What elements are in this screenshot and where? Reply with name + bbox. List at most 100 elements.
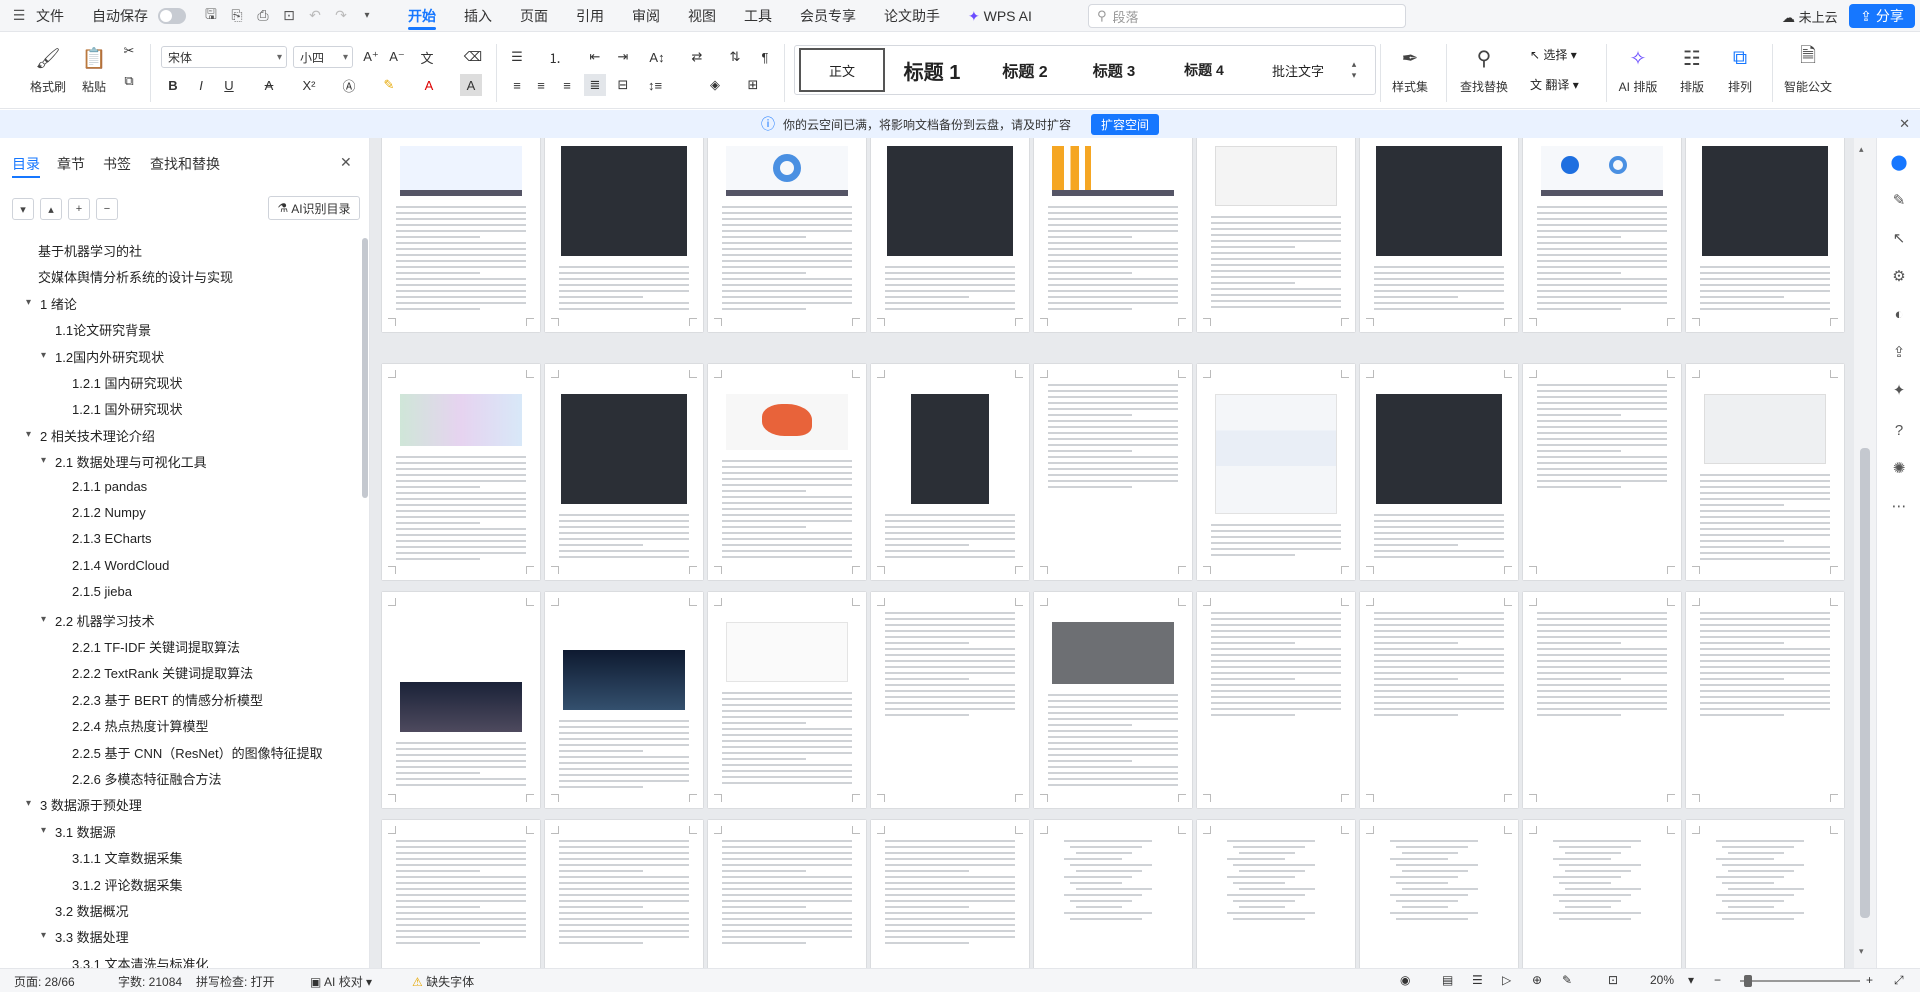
share-icon[interactable]: ⇪ bbox=[1887, 340, 1911, 364]
layout-button[interactable]: ☷ 排版 bbox=[1668, 44, 1716, 104]
zoom-dropdown-icon[interactable]: ▾ bbox=[1688, 973, 1694, 987]
tab-review[interactable]: 审阅 bbox=[618, 0, 674, 32]
outline-view-icon[interactable]: ☰ bbox=[1472, 973, 1483, 987]
redo-icon[interactable]: ↷ bbox=[328, 4, 354, 28]
toc-item[interactable]: 2.1.3 ECharts bbox=[72, 531, 152, 546]
page-thumbnail[interactable] bbox=[1034, 138, 1192, 332]
ai-layout-button[interactable]: ✧ AI 排版 bbox=[1614, 44, 1662, 104]
pen-view-icon[interactable]: ✎ bbox=[1562, 973, 1572, 987]
page-thumbnail[interactable] bbox=[1360, 364, 1518, 580]
preview-icon[interactable]: ⊡ bbox=[276, 4, 302, 28]
font-name-select[interactable]: 宋体 bbox=[161, 46, 287, 68]
page-thumbnail[interactable] bbox=[1686, 364, 1844, 580]
share-button[interactable]: ⇪ 分享 bbox=[1849, 4, 1915, 28]
tab-bookmarks[interactable]: 书签 bbox=[103, 154, 131, 174]
zoom-level[interactable]: 20% bbox=[1650, 973, 1674, 987]
page-thumbnail[interactable] bbox=[545, 138, 703, 332]
sort-swap-icon[interactable]: ⇄ bbox=[686, 46, 708, 68]
align-left-icon[interactable]: ≡ bbox=[506, 74, 528, 96]
expand-space-button[interactable]: 扩容空间 bbox=[1091, 113, 1160, 135]
page-thumbnail[interactable] bbox=[1686, 592, 1844, 808]
page-thumbnail[interactable] bbox=[1197, 592, 1355, 808]
tab-toc[interactable]: 目录 bbox=[12, 154, 40, 178]
format-painter-button[interactable]: 🖌 格式刷 bbox=[24, 44, 72, 104]
toc-item[interactable]: 1.2国内外研究现状 bbox=[55, 347, 164, 366]
zoom-in-icon[interactable]: + bbox=[1866, 973, 1873, 987]
sort-icon[interactable]: ⇅ bbox=[724, 46, 746, 68]
tab-home[interactable]: 开始 bbox=[394, 0, 450, 32]
style-comment-text[interactable]: 批注文字 bbox=[1251, 48, 1345, 92]
shapes-icon[interactable]: ◐ bbox=[1887, 302, 1911, 326]
align-center-icon[interactable]: ≡ bbox=[530, 74, 552, 96]
grow-font-icon[interactable]: A⁺ bbox=[360, 46, 382, 68]
shrink-font-icon[interactable]: A⁻ bbox=[386, 46, 408, 68]
page-thumbnail[interactable] bbox=[1197, 820, 1355, 968]
align-right-icon[interactable]: ≡ bbox=[556, 74, 578, 96]
tab-insert[interactable]: 插入 bbox=[450, 0, 506, 32]
style-heading-4[interactable]: 标题 4 bbox=[1157, 48, 1251, 92]
page-thumbnail[interactable] bbox=[382, 820, 540, 968]
style-set-button[interactable]: ✒ 样式集 bbox=[1386, 44, 1434, 104]
toc-item[interactable]: 2.2.5 基于 CNN（ResNet）的图像特征提取 bbox=[72, 743, 323, 762]
tab-wps-ai[interactable]: ✦ WPS AI bbox=[954, 0, 1046, 32]
toc-item[interactable]: 2.2.4 热点热度计算模型 bbox=[72, 716, 209, 735]
web-view-icon[interactable]: ⊕ bbox=[1532, 973, 1542, 987]
page-thumbnail[interactable] bbox=[708, 592, 866, 808]
toc-item[interactable]: 2.2.2 TextRank 关键词提取算法 bbox=[72, 663, 253, 682]
save-icon[interactable]: 🖫 bbox=[198, 4, 224, 28]
toc-item[interactable]: 3.3 数据处理 bbox=[55, 927, 129, 946]
toc-item[interactable]: 2.1.4 WordCloud bbox=[72, 558, 169, 573]
decrease-indent-icon[interactable]: ⇤ bbox=[584, 46, 606, 68]
page-thumbnail[interactable] bbox=[382, 364, 540, 580]
toc-item[interactable]: 1.2.1 国内研究现状 bbox=[72, 373, 183, 392]
distribute-icon[interactable]: ⊟ bbox=[612, 74, 634, 96]
print-icon[interactable]: ⎙ bbox=[250, 4, 276, 28]
fit-icon[interactable]: ⊡ bbox=[1608, 973, 1618, 987]
autosave-toggle[interactable] bbox=[158, 7, 186, 24]
line-spacing-icon[interactable]: ↕≡ bbox=[644, 74, 666, 96]
style-gallery-scroll[interactable]: ▴ ▾ bbox=[1345, 59, 1363, 81]
tab-page[interactable]: 页面 bbox=[506, 0, 562, 32]
sparkle-icon[interactable]: ✺ bbox=[1887, 456, 1911, 480]
toc-expand-caret[interactable]: ▾ bbox=[41, 614, 46, 625]
tab-sections[interactable]: 章节 bbox=[57, 154, 85, 174]
toc-expand-caret[interactable]: ▾ bbox=[41, 350, 46, 361]
cursor-icon[interactable]: ↖ bbox=[1887, 226, 1911, 250]
page-view-icon[interactable]: ▤ bbox=[1442, 973, 1453, 987]
toc-item[interactable]: 3.1.2 评论数据采集 bbox=[72, 875, 183, 894]
page-thumbnail[interactable] bbox=[382, 592, 540, 808]
toc-item[interactable]: 2 相关技术理论介绍 bbox=[40, 426, 155, 445]
clear-format-icon[interactable]: ⌫ bbox=[462, 46, 484, 68]
show-marks-icon[interactable]: ¶ bbox=[754, 46, 776, 68]
page-thumbnail[interactable] bbox=[1523, 592, 1681, 808]
toc-expand-caret[interactable]: ▾ bbox=[41, 825, 46, 836]
search-input[interactable]: ⚲ 段落 bbox=[1088, 4, 1406, 28]
page-thumbnail[interactable] bbox=[545, 820, 703, 968]
page-thumbnail[interactable] bbox=[1360, 820, 1518, 968]
more-tools-icon[interactable]: ✦ bbox=[1887, 378, 1911, 402]
italic-icon[interactable]: I bbox=[190, 74, 212, 96]
adjust-icon[interactable]: ⚙ bbox=[1887, 264, 1911, 288]
missing-font-button[interactable]: ⚠ 缺失字体 bbox=[412, 973, 474, 990]
style-heading-2[interactable]: 标题 2 bbox=[979, 48, 1071, 92]
tab-references[interactable]: 引用 bbox=[562, 0, 618, 32]
zoom-slider-knob[interactable] bbox=[1744, 975, 1752, 987]
page-thumbnail[interactable] bbox=[708, 364, 866, 580]
page-thumbnail[interactable] bbox=[708, 138, 866, 332]
toc-expand-caret[interactable]: ▾ bbox=[26, 798, 31, 809]
page-thumbnail[interactable] bbox=[871, 820, 1029, 968]
pen-icon[interactable]: ✎ bbox=[1887, 188, 1911, 212]
style-heading-3[interactable]: 标题 3 bbox=[1071, 48, 1157, 92]
page-thumbnail[interactable] bbox=[1523, 138, 1681, 332]
export-icon[interactable]: ⎘ bbox=[224, 4, 250, 28]
style-normal[interactable]: 正文 bbox=[799, 48, 885, 92]
word-count[interactable]: 字数: 21084 bbox=[118, 973, 182, 990]
border-icon[interactable]: ⊞ bbox=[742, 74, 764, 96]
font-color-icon[interactable]: A bbox=[418, 74, 440, 96]
bullet-list-icon[interactable]: ☰ bbox=[506, 46, 528, 68]
arrange-button[interactable]: ⧉ 排列 bbox=[1716, 44, 1764, 104]
toc-item[interactable]: 2.2.6 多模态特征融合方法 bbox=[72, 769, 222, 788]
toc-item[interactable]: 2.1.5 jieba bbox=[72, 584, 132, 599]
style-heading-1[interactable]: 标题 1 bbox=[885, 48, 979, 92]
tab-member[interactable]: 会员专享 bbox=[786, 0, 870, 32]
